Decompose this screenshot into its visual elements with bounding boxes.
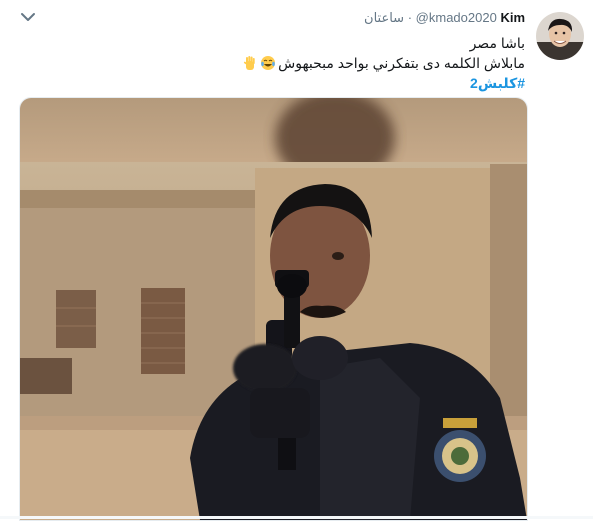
tweet-text: باشا مصر مابلاش الكلمه دى بتفكرني بواحد … [65, 33, 525, 93]
tweet: ساعتان · @kmado2020 Kim باشا مصر مابلاش … [0, 0, 593, 521]
avatar-image [536, 12, 584, 60]
photo-image [20, 98, 527, 520]
tears-of-joy-emoji-icon [261, 56, 276, 70]
user-handle[interactable]: @kmado2020 [416, 10, 497, 25]
hashtag-link[interactable]: #كلبش2 [470, 75, 525, 91]
header-separator: · [407, 10, 413, 25]
tweet-line-1: باشا مصر [469, 35, 525, 51]
tweet-media-photo[interactable] [19, 97, 528, 521]
avatar[interactable] [536, 12, 584, 60]
raised-hand-emoji-icon [244, 56, 255, 70]
tweet-header: ساعتان · @kmado2020 Kim [364, 10, 525, 28]
tweet-line-2: مابلاش الكلمه دى بتفكرني بواحد مبحبهوش [65, 53, 525, 73]
tweet-timestamp[interactable]: ساعتان [364, 10, 404, 25]
tweet-line-3: #كلبش2 [65, 73, 525, 93]
display-name[interactable]: Kim [500, 10, 525, 25]
tweet-line-2-text: مابلاش الكلمه دى بتفكرني بواحد مبحبهوش [278, 55, 525, 71]
chevron-down-icon[interactable] [20, 10, 36, 24]
